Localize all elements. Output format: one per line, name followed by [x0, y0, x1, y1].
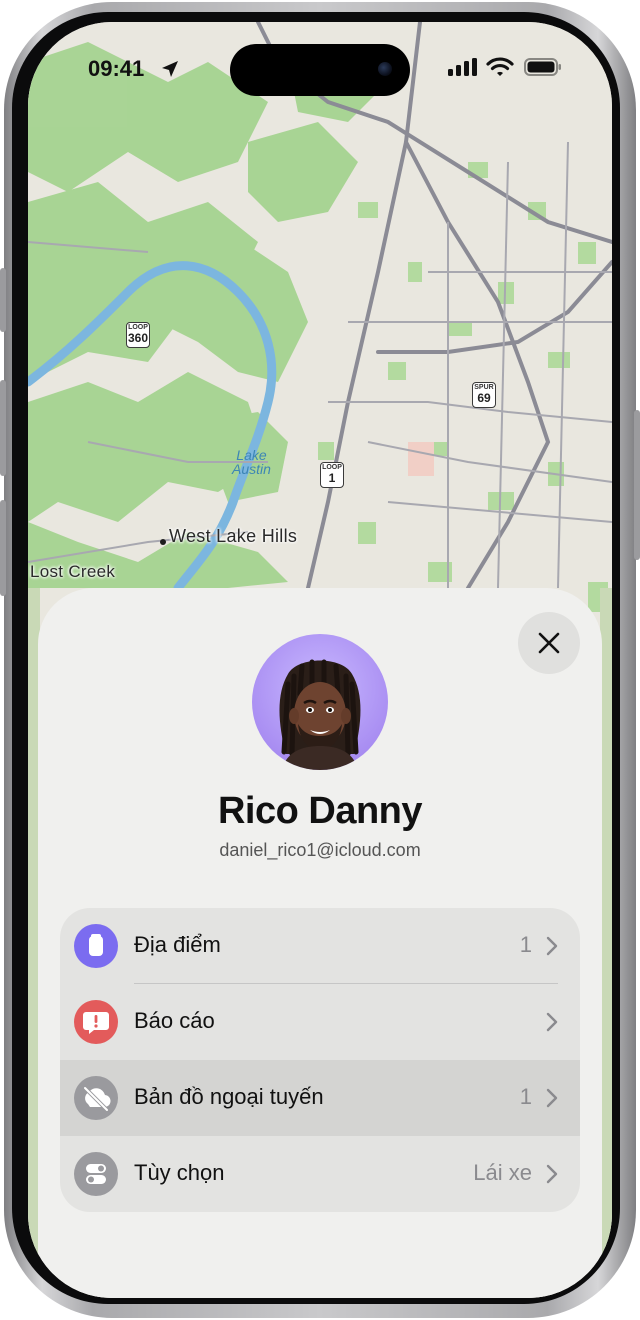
chevron-right-icon	[546, 1088, 558, 1108]
menu-row-value: 1	[519, 932, 532, 957]
action-button	[0, 268, 6, 332]
menu-row-label: Bản đồ ngoại tuyến	[134, 1084, 324, 1109]
route-shield-loop-360: LOOP 360	[126, 322, 150, 348]
shield-number: 360	[127, 331, 149, 345]
avatar	[252, 634, 388, 770]
report-icon	[74, 1000, 118, 1044]
profile-email: daniel_rico1@icloud.com	[219, 840, 421, 860]
screen: LOOP 360 SPUR 69 LOOP 1 Lake Austin West …	[28, 22, 612, 1298]
place-label-west-lake-hills[interactable]: West Lake Hills	[169, 526, 297, 547]
person-detail-card: Rico Danny daniel_rico1@icloud.com Địa đ…	[38, 588, 602, 1298]
memoji-avatar-icon	[279, 659, 361, 770]
location-tag-icon	[74, 924, 118, 968]
volume-up-button	[0, 380, 6, 476]
close-button[interactable]	[518, 612, 580, 674]
place-dot	[160, 539, 166, 545]
route-shield-spur-69: SPUR 69	[472, 382, 496, 408]
shield-number: 69	[477, 391, 491, 405]
status-time: 09:41	[88, 56, 145, 81]
menu-row-label: Báo cáo	[134, 1008, 215, 1033]
menu-row-label: Tùy chọn	[134, 1160, 225, 1185]
menu-row-options[interactable]: Tùy chọn Lái xe	[60, 1136, 580, 1212]
chevron-right-icon	[546, 1012, 558, 1032]
menu-row-value: Lái xe	[473, 1160, 532, 1185]
menu-row-label: Địa điểm	[134, 932, 221, 957]
profile-name: Rico Danny	[217, 790, 423, 832]
route-shield-loop-1: LOOP 1	[320, 462, 344, 488]
menu-row-offline-maps[interactable]: Bản đồ ngoại tuyến 1	[60, 1060, 580, 1136]
options-toggle-icon	[74, 1152, 118, 1196]
lake-austin-label: Lake Austin	[232, 447, 271, 477]
chevron-right-icon	[546, 936, 558, 956]
shield-number: 1	[328, 471, 336, 485]
power-button	[634, 410, 640, 560]
menu-row-locations[interactable]: Địa điểm 1	[60, 908, 580, 984]
location-arrow-icon	[162, 61, 178, 77]
offline-map-icon	[74, 1076, 118, 1120]
close-icon	[538, 632, 560, 654]
volume-down-button	[0, 500, 6, 596]
place-label-lost-creek[interactable]: Lost Creek	[30, 562, 115, 582]
cellular-signal-icon	[448, 58, 477, 76]
person-options-list: Địa điểm 1 Báo cáo Bản đồ ngoại tuyến 1 …	[60, 908, 580, 1212]
dynamic-island	[230, 44, 410, 96]
wifi-icon	[486, 57, 514, 76]
menu-row-report[interactable]: Báo cáo	[60, 984, 580, 1060]
menu-row-value: 1	[519, 1084, 532, 1109]
chevron-right-icon	[546, 1164, 558, 1184]
front-camera	[378, 62, 392, 76]
battery-icon	[524, 58, 561, 76]
